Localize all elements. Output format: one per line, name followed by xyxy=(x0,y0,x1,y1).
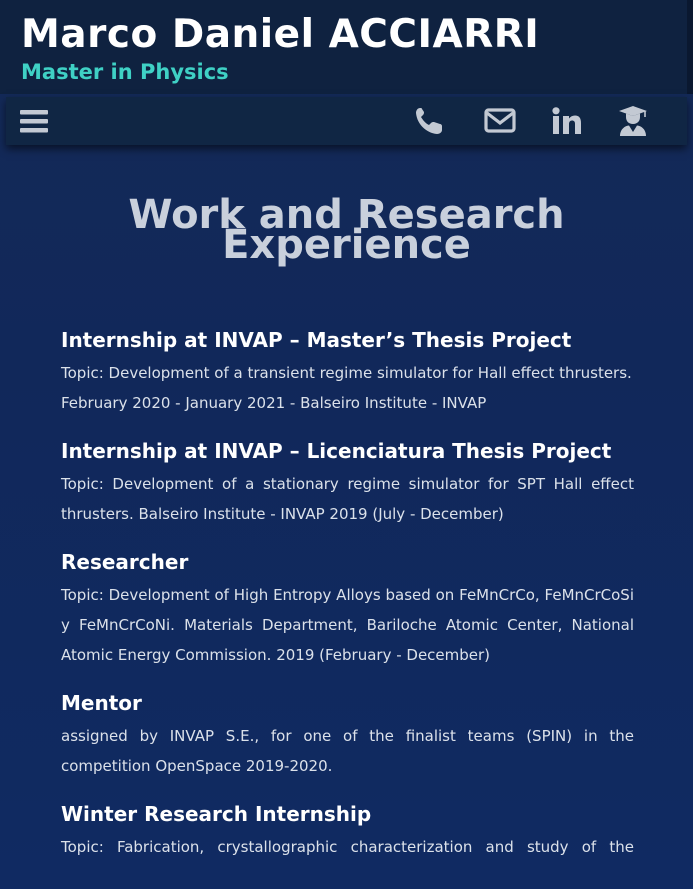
graduate-icon[interactable] xyxy=(618,104,648,138)
page: Marco Daniel ACCIARRI Master in Physics xyxy=(0,0,693,889)
entry-description: assigned by INVAP S.E., for one of the f… xyxy=(61,727,634,775)
author-degree: Master in Physics xyxy=(21,60,229,84)
section-title: Work and Research Experience xyxy=(0,195,693,268)
entry-description: Topic: Development of a transient regime… xyxy=(61,364,632,382)
phone-icon[interactable] xyxy=(413,104,445,138)
envelope-icon[interactable] xyxy=(483,104,517,138)
navbar xyxy=(6,97,687,145)
entry-date: February 2020 - January 2021 - Balseiro … xyxy=(61,394,487,412)
section-title-line2: Experience xyxy=(222,222,471,268)
entry-description: Topic: Development of High Entropy Alloy… xyxy=(61,586,634,664)
experience-entry: Internship at INVAP – Master’s Thesis Pr… xyxy=(61,326,634,418)
experience-entry: Internship at INVAP – Licenciatura Thesi… xyxy=(61,437,634,529)
entry-title: Mentor xyxy=(61,691,142,715)
entry-description: Topic: Development of a stationary regim… xyxy=(61,475,634,523)
experience-entry: Winter Research Internship Topic: Fabric… xyxy=(61,800,634,862)
scrollbar[interactable] xyxy=(687,0,693,94)
entry-description: Topic: Fabrication, crystallographic cha… xyxy=(61,838,634,856)
entry-title: Winter Research Internship xyxy=(61,802,372,826)
entry-title: Internship at INVAP – Master’s Thesis Pr… xyxy=(61,328,572,352)
author-name: Marco Daniel ACCIARRI xyxy=(21,12,540,57)
linkedin-icon[interactable] xyxy=(551,104,583,138)
entry-title: Internship at INVAP – Licenciatura Thesi… xyxy=(61,439,612,463)
menu-icon[interactable] xyxy=(19,104,49,138)
experience-entry: Mentor assigned by INVAP S.E., for one o… xyxy=(61,689,634,781)
experience-list: Internship at INVAP – Master’s Thesis Pr… xyxy=(61,326,634,881)
site-header: Marco Daniel ACCIARRI Master in Physics xyxy=(0,0,693,94)
entry-title: Researcher xyxy=(61,550,189,574)
experience-entry: Researcher Topic: Development of High En… xyxy=(61,548,634,670)
